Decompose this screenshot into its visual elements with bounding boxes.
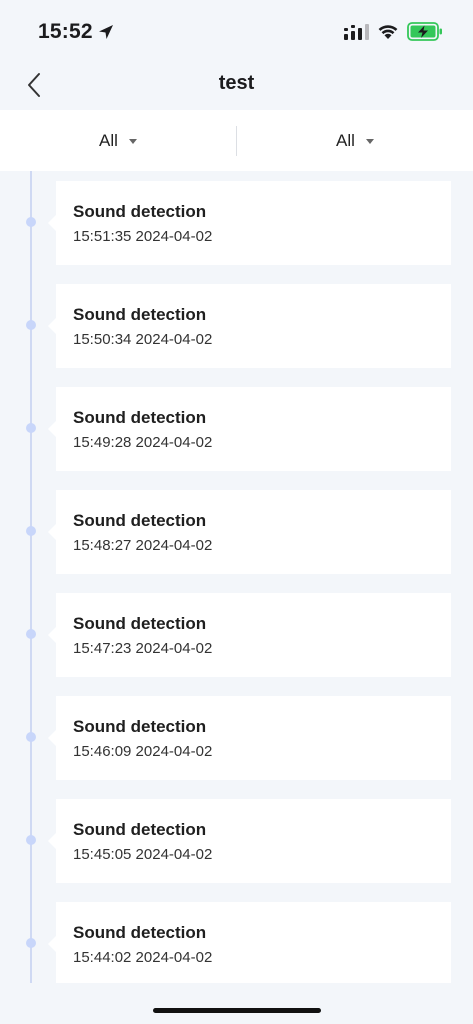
filter-bar: All All xyxy=(0,110,473,171)
caret-down-icon xyxy=(128,139,137,144)
event-time: 15:48:27 2024-04-02 xyxy=(73,537,213,554)
event-time: 15:50:34 2024-04-02 xyxy=(73,331,213,348)
filter-dropdown-1[interactable]: All xyxy=(0,110,236,171)
event-list-item[interactable]: Sound detection 15:51:35 2024-04-02 xyxy=(48,181,451,265)
card-pointer xyxy=(48,833,56,849)
page-title: test xyxy=(218,72,255,94)
timeline-dot xyxy=(26,835,36,845)
home-indicator[interactable] xyxy=(153,1008,321,1013)
event-title: Sound detection xyxy=(73,717,207,736)
card-pointer xyxy=(48,730,56,746)
filter-dropdown-2[interactable]: All xyxy=(237,110,473,171)
event-list-item[interactable]: Sound detection 15:47:23 2024-04-02 xyxy=(48,593,451,677)
card-pointer xyxy=(48,524,56,540)
event-time: 15:46:09 2024-04-02 xyxy=(73,743,213,760)
timeline-dot xyxy=(26,423,36,433)
event-time: 15:44:02 2024-04-02 xyxy=(73,949,213,966)
location-arrow-icon xyxy=(99,25,113,39)
card-pointer xyxy=(48,936,56,952)
timeline-dot xyxy=(26,629,36,639)
timeline-dot xyxy=(26,320,36,330)
event-list-item[interactable]: Sound detection 15:46:09 2024-04-02 xyxy=(48,696,451,780)
event-title: Sound detection xyxy=(73,820,207,839)
navigation-bar: test xyxy=(0,60,473,110)
event-time: 15:51:35 2024-04-02 xyxy=(73,228,213,245)
event-list-item[interactable]: Sound detection 15:48:27 2024-04-02 xyxy=(48,490,451,574)
status-time: 15:52 xyxy=(38,20,93,43)
filter-label: All xyxy=(99,130,118,150)
event-title: Sound detection xyxy=(73,511,207,530)
cellular-signal-icon xyxy=(344,24,369,40)
caret-down-icon xyxy=(365,139,374,144)
wifi-icon xyxy=(378,25,398,39)
event-title: Sound detection xyxy=(73,923,207,942)
event-timeline[interactable]: Sound detection 15:51:35 2024-04-02 Soun… xyxy=(0,171,473,983)
timeline-dot xyxy=(26,732,36,742)
timeline-dot xyxy=(26,938,36,948)
filter-label: All xyxy=(336,130,355,150)
event-title: Sound detection xyxy=(73,614,207,633)
card-pointer xyxy=(48,318,56,334)
status-bar: 15:52 xyxy=(0,0,473,60)
event-title: Sound detection xyxy=(73,305,207,324)
card-pointer xyxy=(48,627,56,643)
event-title: Sound detection xyxy=(73,202,207,221)
event-list-item[interactable]: Sound detection 15:45:05 2024-04-02 xyxy=(48,799,451,883)
event-list-item[interactable]: Sound detection 15:44:02 2024-04-02 xyxy=(48,902,451,983)
event-list-item[interactable]: Sound detection 15:49:28 2024-04-02 xyxy=(48,387,451,471)
event-time: 15:47:23 2024-04-02 xyxy=(73,640,213,657)
battery-charging-icon xyxy=(407,22,442,41)
event-list-item[interactable]: Sound detection 15:50:34 2024-04-02 xyxy=(48,284,451,368)
card-pointer xyxy=(48,421,56,437)
event-time: 15:49:28 2024-04-02 xyxy=(73,434,213,451)
event-title: Sound detection xyxy=(73,408,207,427)
timeline-dot xyxy=(26,217,36,227)
event-time: 15:45:05 2024-04-02 xyxy=(73,846,213,863)
timeline-line xyxy=(30,171,32,983)
card-pointer xyxy=(48,215,56,231)
timeline-dot xyxy=(26,526,36,536)
